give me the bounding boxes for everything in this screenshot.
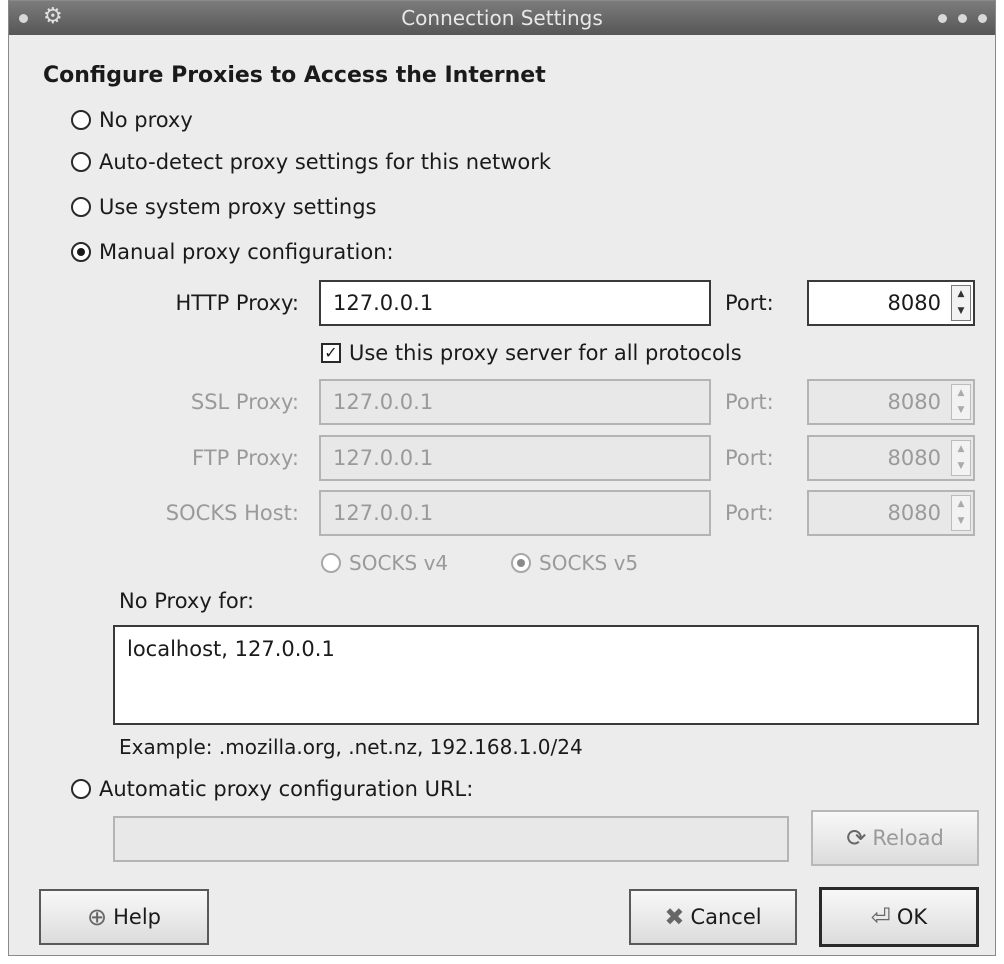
spin-up-icon[interactable]: ▲ [952, 441, 970, 458]
no-proxy-example: Example: .mozilla.org, .net.nz, 192.168.… [119, 735, 583, 759]
maximize-dot-icon[interactable] [958, 14, 967, 23]
socks-host-label: SOCKS Host: [165, 501, 299, 525]
cancel-label: Cancel [690, 905, 762, 929]
x-icon: ✖ [664, 903, 685, 931]
radio-auto-config-url[interactable]: Automatic proxy configuration URL: [71, 777, 473, 801]
radio-socks-v4[interactable]: SOCKS v4 [321, 551, 448, 575]
radio-system-proxy[interactable]: Use system proxy settings [71, 195, 376, 219]
connection-settings-window: ⚙ Connection Settings Configure Proxies … [8, 0, 996, 956]
no-proxy-for-label: No Proxy for: [119, 589, 255, 613]
ftp-proxy-label: FTP Proxy: [192, 446, 299, 470]
refresh-icon: ⟳ [846, 824, 867, 852]
radio-button-icon[interactable] [71, 779, 91, 799]
radio-button-icon[interactable] [71, 197, 91, 217]
http-proxy-label: HTTP Proxy: [175, 291, 300, 315]
spin-down-icon[interactable]: ▼ [952, 303, 970, 320]
cancel-button[interactable]: ✖ Cancel [629, 889, 797, 945]
reload-label: Reload [872, 826, 944, 850]
spin-down-icon[interactable]: ▼ [952, 402, 970, 419]
radio-manual-proxy-label: Manual proxy configuration: [99, 240, 394, 264]
radio-auto-detect-label: Auto-detect proxy settings for this netw… [99, 150, 552, 174]
radio-auto-config-url-label: Automatic proxy configuration URL: [99, 777, 474, 801]
ftp-port-value: 8080 [887, 446, 941, 470]
spin-down-icon[interactable]: ▼ [952, 458, 970, 475]
close-dot-icon[interactable] [978, 14, 987, 23]
page-title: Configure Proxies to Access the Internet [43, 63, 546, 88]
ftp-port-label: Port: [725, 446, 774, 470]
radio-auto-detect[interactable]: Auto-detect proxy settings for this netw… [71, 150, 551, 174]
ok-button[interactable]: ⏎ OK [819, 887, 979, 947]
http-port-input[interactable]: 8080 ▲ ▼ [807, 280, 975, 326]
http-proxy-input[interactable]: 127.0.0.1 [319, 280, 711, 326]
port-spinner[interactable]: ▲ ▼ [951, 440, 971, 476]
ssl-port-value: 8080 [887, 390, 941, 414]
help-button[interactable]: ⊕ Help [39, 889, 209, 945]
radio-socks-v5[interactable]: SOCKS v5 [511, 551, 638, 575]
radio-no-proxy[interactable]: No proxy [71, 108, 193, 132]
ftp-port-input[interactable]: 8080 ▲ ▼ [807, 435, 975, 481]
window-title: Connection Settings [401, 6, 603, 30]
radio-button-icon[interactable] [71, 152, 91, 172]
ok-label: OK [896, 905, 928, 929]
ssl-port-input[interactable]: 8080 ▲ ▼ [807, 379, 975, 425]
use-for-all-checkbox-row[interactable]: ✓ Use this proxy server for all protocol… [321, 341, 742, 365]
auto-config-url-input[interactable] [113, 816, 789, 862]
radio-manual-proxy[interactable]: Manual proxy configuration: [71, 240, 394, 264]
ssl-proxy-label: SSL Proxy: [190, 390, 299, 414]
radio-system-proxy-label: Use system proxy settings [99, 195, 377, 219]
radio-button-icon[interactable] [321, 553, 341, 573]
socks-v4-label: SOCKS v4 [349, 551, 449, 575]
radio-no-proxy-label: No proxy [99, 108, 193, 132]
ssl-port-label: Port: [725, 390, 774, 414]
spin-up-icon[interactable]: ▲ [952, 286, 970, 303]
spin-up-icon[interactable]: ▲ [952, 385, 970, 402]
title-bar[interactable]: ⚙ Connection Settings [9, 1, 995, 35]
socks-host-input[interactable]: 127.0.0.1 [319, 490, 711, 536]
socks-port-label: Port: [725, 501, 774, 525]
help-label: Help [113, 905, 161, 929]
minimize-dot-icon[interactable] [938, 14, 947, 23]
return-icon: ⏎ [870, 903, 891, 931]
http-port-label: Port: [725, 291, 774, 315]
radio-button-selected-icon[interactable] [71, 242, 91, 262]
use-for-all-label: Use this proxy server for all protocols [349, 341, 742, 365]
ssl-proxy-input[interactable]: 127.0.0.1 [319, 379, 711, 425]
ftp-proxy-input[interactable]: 127.0.0.1 [319, 435, 711, 481]
no-proxy-for-textarea[interactable]: localhost, 127.0.0.1 [113, 625, 979, 725]
port-spinner[interactable]: ▲ ▼ [951, 285, 971, 321]
socks-v5-label: SOCKS v5 [539, 551, 639, 575]
port-spinner[interactable]: ▲ ▼ [951, 495, 971, 531]
socks-port-input[interactable]: 8080 ▲ ▼ [807, 490, 975, 536]
http-port-value: 8080 [887, 291, 941, 315]
socks-port-value: 8080 [887, 501, 941, 525]
spin-up-icon[interactable]: ▲ [952, 496, 970, 513]
lifebuoy-icon: ⊕ [87, 903, 108, 931]
radio-button-selected-icon[interactable] [511, 553, 531, 573]
radio-button-icon[interactable] [71, 110, 91, 130]
port-spinner[interactable]: ▲ ▼ [951, 384, 971, 420]
checkbox-checked-icon[interactable]: ✓ [321, 343, 341, 363]
reload-button[interactable]: ⟳ Reload [811, 810, 979, 866]
spin-down-icon[interactable]: ▼ [952, 513, 970, 530]
